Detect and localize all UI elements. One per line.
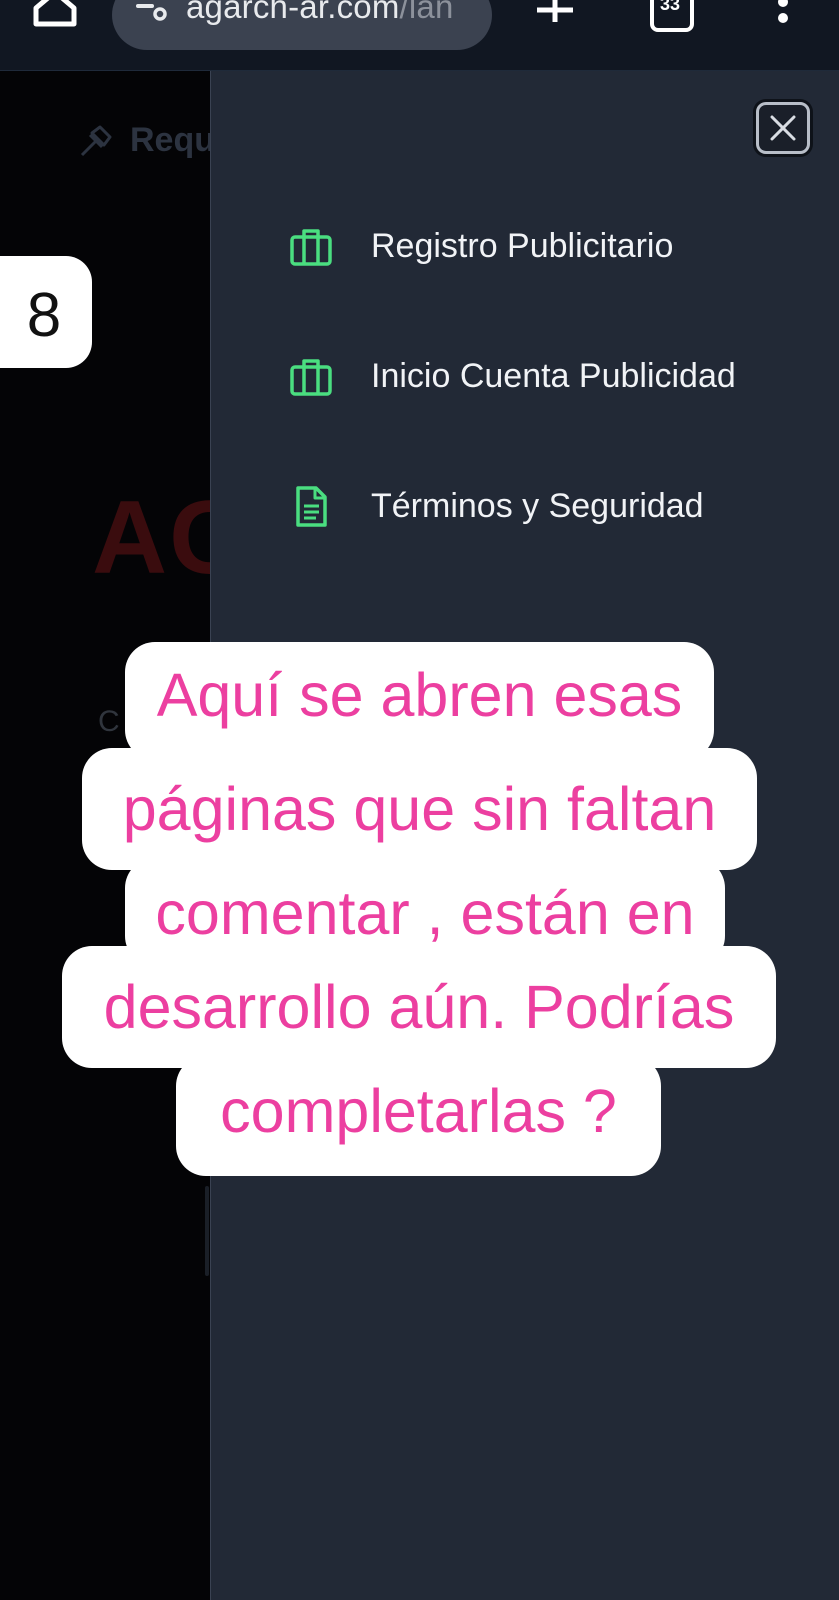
plus-icon [537,0,573,22]
background-request-label: Reque [130,121,210,159]
annotation-line: completarlas ? [176,1056,661,1176]
menu-item-label: Términos y Seguridad [371,487,704,525]
url-host: agarch-ar.com [186,0,400,25]
tune-icon[interactable] [136,0,168,24]
tab-count: 33 [659,0,681,14]
annotation-line-text: Aquí se abren esas [156,661,683,729]
home-button[interactable] [30,0,80,30]
annotation-line: Aquí se abren esas [125,642,714,760]
briefcase-icon [290,229,332,266]
step-number-badge: 8 [0,256,92,368]
menu-item-label: Inicio Cuenta Publicidad [371,357,736,395]
tab-switcher-button[interactable]: 33 [648,0,694,32]
briefcase-icon [290,359,332,396]
background-logo: AG [92,480,210,596]
browser-toolbar: agarch-ar.com/lan 33 [0,0,839,71]
url-path: /lan [399,0,454,25]
new-tab-button[interactable] [533,0,577,28]
background-scroll-handle [205,1186,209,1276]
kebab-menu-icon [778,0,788,23]
url-text: agarch-ar.com/lan [186,0,454,26]
annotation-line-text: completarlas ? [220,1077,617,1145]
address-bar[interactable]: agarch-ar.com/lan [112,0,492,50]
close-drawer-button[interactable] [756,102,810,154]
annotation-line-text: desarrollo aún. Podrías [103,973,735,1041]
document-icon [296,486,327,527]
annotation-line: desarrollo aún. Podrías [62,946,776,1068]
step-number: 8 [26,281,62,350]
hammer-icon [80,125,112,157]
background-text-fragment: C [98,705,120,738]
home-icon [33,0,77,27]
annotation-line-text: páginas que sin faltan [122,775,717,843]
browser-menu-button[interactable] [768,0,798,30]
annotation-line: páginas que sin faltan [82,748,757,870]
menu-item-label: Registro Publicitario [371,227,674,265]
close-icon [770,115,796,141]
